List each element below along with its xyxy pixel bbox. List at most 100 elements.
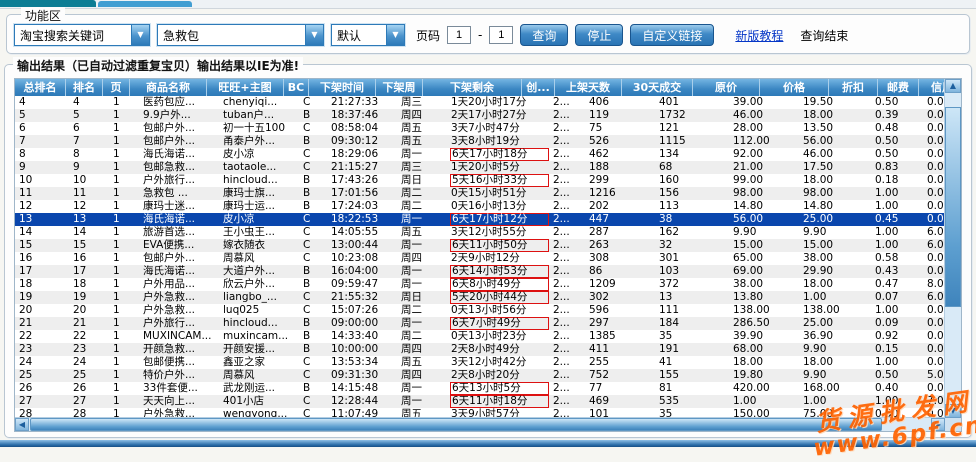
table-cell: 68 — [655, 161, 729, 174]
table-row[interactable]: 23231开颜急救...开颜安援...B10:00:00周四2天8小时49分2.… — [15, 343, 961, 356]
table-cell: 255 — [585, 356, 655, 369]
mode-combobox[interactable]: 默认 ▼ — [331, 24, 405, 46]
horizontal-scroll-thumb[interactable] — [30, 418, 882, 431]
table-row[interactable]: 881海氏海诺...皮小凉C18:29:06周一6天17小时18分2...462… — [15, 148, 961, 161]
column-header[interactable]: 30天成交 — [622, 79, 693, 96]
table-cell: 9 — [69, 161, 109, 174]
table-cell: 20 — [69, 304, 109, 317]
table-cell: 21 — [69, 317, 109, 330]
scroll-down-icon[interactable]: ▼ — [945, 404, 961, 418]
deadline-highlight: 6天14小时53分 — [450, 265, 549, 278]
table-row[interactable]: 10101户外旅行...hincloud...B17:43:26周日5天16小时… — [15, 174, 961, 187]
table-cell: 1 — [109, 226, 139, 239]
window-tab-strip — [0, 0, 976, 9]
page-from-input[interactable] — [447, 26, 471, 44]
table-row[interactable]: 17171海氏海诺...大道户外...B16:04:00周一6天14小时53分2… — [15, 265, 961, 278]
table-cell: 119 — [585, 109, 655, 122]
chevron-down-icon[interactable]: ▼ — [386, 25, 404, 45]
table-cell: 4 — [15, 96, 69, 109]
table-row[interactable]: 22221MUXINCAM...muxincam...B14:33:40周二0天… — [15, 330, 961, 343]
query-button[interactable]: 查询 — [520, 24, 568, 46]
table-row[interactable]: 15151EVA便携...嫁衣随衣C13:00:44周一6天11小时50分2..… — [15, 239, 961, 252]
scroll-right-icon[interactable]: ▶ — [931, 418, 945, 431]
table-row[interactable]: 14141旅游首选...王小虫王...C14:05:55周五3天12小时55分2… — [15, 226, 961, 239]
table-cell: 皮小凉 — [219, 148, 299, 161]
column-header[interactable]: 排名 — [66, 79, 103, 96]
chevron-down-icon[interactable]: ▼ — [131, 25, 149, 45]
column-header[interactable]: BC — [284, 79, 309, 96]
column-header[interactable]: 折扣 — [829, 79, 878, 96]
table-cell: 17 — [69, 265, 109, 278]
table-cell: 开颜安援... — [219, 343, 299, 356]
table-row[interactable]: 21211户外旅行...hincloud...B09:00:00周一6天7小时4… — [15, 317, 961, 330]
table-row[interactable]: 16161包邮户外...周慕风C10:23:08周四2天9小时12分2...30… — [15, 252, 961, 265]
vertical-scrollbar[interactable]: ▲ ▼ — [944, 79, 961, 418]
table-cell: 2天9小时12分 — [447, 252, 549, 265]
table-row[interactable]: 991包邮急救...taotaole...C21:15:27周三1天20小时5分… — [15, 161, 961, 174]
table-row-selected[interactable]: 13131海氏海诺...皮小凉C18:22:53周一6天17小时12分2...4… — [15, 213, 961, 226]
table-cell: 111 — [655, 304, 729, 317]
table-cell: 包邮户外... — [139, 252, 219, 265]
table-cell: liangbo_... — [219, 291, 299, 304]
table-row[interactable]: 441医药包应...chenyiqi...C21:27:33周三1天20小时17… — [15, 96, 961, 109]
table-cell: tuban户... — [219, 109, 299, 122]
table-cell: 0.15 — [871, 343, 923, 356]
column-header[interactable]: 上架天数 — [555, 79, 622, 96]
column-header[interactable]: 页 — [103, 79, 130, 96]
keyword-type-combobox[interactable]: 淘宝搜索关键词 ▼ — [14, 24, 150, 46]
keyword-combobox[interactable]: 急救包 ▼ — [157, 24, 324, 46]
chevron-down-icon[interactable]: ▼ — [305, 25, 323, 45]
vertical-scroll-thumb[interactable] — [945, 107, 961, 307]
table-cell: 包邮户外... — [139, 135, 219, 148]
column-header[interactable]: 商品名称 — [130, 79, 207, 96]
column-header[interactable]: 总排名 — [15, 79, 66, 96]
table-cell: 1.00 — [871, 356, 923, 369]
column-header[interactable]: 下架周 — [376, 79, 423, 96]
table-cell: 周二 — [397, 187, 447, 200]
table-cell: 2... — [549, 109, 585, 122]
table-cell: 2... — [549, 317, 585, 330]
window-tab-secondary[interactable] — [98, 1, 192, 7]
table-cell: 2... — [549, 278, 585, 291]
table-cell: 2... — [549, 226, 585, 239]
table-row[interactable]: 11111急救包 ...康玛士旗...B17:01:56周二0天15小时51分2… — [15, 187, 961, 200]
stop-button[interactable]: 停止 — [575, 24, 623, 46]
table-row[interactable]: 25251特价户外...周慕风C09:31:30周四2天8小时20分2...75… — [15, 369, 961, 382]
window-bottom-edge — [0, 440, 976, 447]
table-row[interactable]: 2626133件套便...武龙刚运...B14:15:48周一6天13小时5分2… — [15, 382, 961, 395]
column-header[interactable]: 邮费 — [878, 79, 919, 96]
table-cell: 户外用品... — [139, 278, 219, 291]
window-tab-active[interactable] — [0, 0, 96, 7]
custom-link-button[interactable]: 自定义链接 — [630, 24, 714, 46]
table-row[interactable]: 12121康玛士迷...康玛士运...B17:24:03周二0天16小时13分2… — [15, 200, 961, 213]
table-row[interactable]: 18181户外用品...欣云户外...B09:59:47周一6天8小时49分2.… — [15, 278, 961, 291]
table-cell: 1115 — [655, 135, 729, 148]
table-cell: 0.39 — [871, 109, 923, 122]
table-row[interactable]: 27271天天向上...401小店C12:28:44周一6天11小时18分2..… — [15, 395, 961, 408]
column-header[interactable]: 下架时间 — [309, 79, 376, 96]
table-row[interactable]: 20201户外急救...luq025C15:07:26周二0天13小时56分2.… — [15, 304, 961, 317]
table-cell: B — [299, 174, 327, 187]
scroll-left-icon[interactable]: ◀ — [15, 418, 29, 431]
table-row[interactable]: 771包邮户外...甬泰户外...B09:30:12周五3天8小时19分2...… — [15, 135, 961, 148]
table-cell: 17:24:03 — [327, 200, 397, 213]
page-to-input[interactable] — [489, 26, 513, 44]
table-cell: 19.80 — [729, 369, 799, 382]
table-cell: 26 — [15, 382, 69, 395]
table-cell: 1.00 — [799, 291, 871, 304]
column-header[interactable]: 原价 — [693, 79, 760, 96]
table-row[interactable]: 661包邮户外...初一十五100C08:58:04周五3天7小时47分2...… — [15, 122, 961, 135]
table-cell: 周慕风 — [219, 252, 299, 265]
scroll-up-icon[interactable]: ▲ — [945, 79, 961, 93]
table-row[interactable]: 24241包邮便携...鑫亚之家C13:53:34周五3天12小时42分2...… — [15, 356, 961, 369]
table-row[interactable]: 5519.9户外...tuban户...B18:37:46周四2天17小时27分… — [15, 109, 961, 122]
table-cell: 2... — [549, 200, 585, 213]
tutorial-link[interactable]: 新版教程 — [735, 27, 783, 44]
column-header[interactable]: 下架剩余 — [423, 79, 522, 96]
table-cell: 1732 — [655, 109, 729, 122]
column-header[interactable]: 价格 — [760, 79, 829, 96]
column-header[interactable]: 创... — [522, 79, 555, 96]
table-row[interactable]: 19191户外急救...liangbo_...C21:55:32周日5天20小时… — [15, 291, 961, 304]
column-header[interactable]: 旺旺+主图 — [207, 79, 284, 96]
horizontal-scrollbar[interactable]: ◀ ▶ — [15, 417, 945, 431]
